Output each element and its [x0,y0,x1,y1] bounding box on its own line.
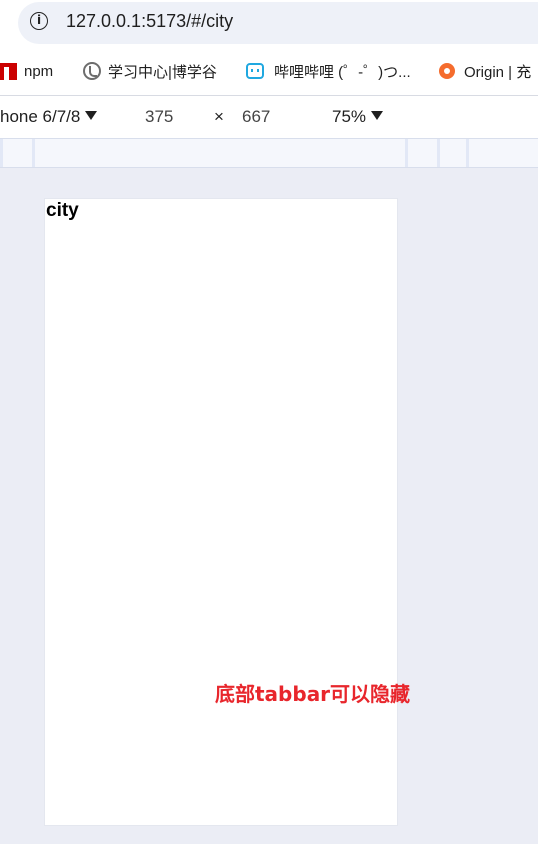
width-input[interactable]: 375 [145,107,173,127]
media-query-ruler [0,138,538,168]
dimension-separator: × [214,107,224,126]
chevron-down-icon [371,111,384,120]
browser-window: i 127.0.0.1:5173/#/city npm 学习中心|博学谷 哔哩哔… [0,0,538,844]
bookmark-study-center[interactable]: 学习中心|博学谷 [83,60,217,82]
origin-icon [439,63,455,79]
device-label: hone 6/7/8 [0,107,81,126]
bookmark-label: npm [24,62,54,80]
device-toolbar: hone 6/7/8 375 × 667 75% [0,96,538,138]
zoom-select[interactable]: 75% [332,107,384,127]
height-input[interactable]: 667 [242,107,270,127]
zoom-label: 75% [332,107,367,126]
bookmarks-bar: npm 学习中心|博学谷 哔哩哔哩 (゜-゜)つ... Origin | 充 [0,46,538,96]
bookmark-label: 哔哩哔哩 (゜-゜)つ... [274,63,411,81]
bookmark-npm[interactable]: npm [0,60,53,82]
npm-icon [0,62,17,80]
globe-icon [83,62,101,80]
ruler-tick[interactable] [466,139,469,167]
bookmark-label: 学习中心|博学谷 [108,63,217,81]
info-icon[interactable]: i [30,12,48,30]
address-bar: i 127.0.0.1:5173/#/city [0,0,538,46]
ruler-tick[interactable] [32,139,35,167]
ruler-tick[interactable] [0,139,3,167]
bookmark-origin[interactable]: Origin | 充 [439,60,531,82]
ruler-tick[interactable] [405,139,408,167]
page-title: city [46,200,79,221]
annotation-text: 底部tabbar可以隐藏 [215,682,411,706]
ruler-tick[interactable] [437,139,440,167]
device-select[interactable]: hone 6/7/8 [0,107,98,127]
chevron-down-icon [85,111,98,120]
bookmark-label: Origin | 充 [464,63,532,81]
device-viewport: city [45,199,397,825]
url-text[interactable]: 127.0.0.1:5173/#/city [66,11,233,32]
bookmark-bilibili[interactable]: 哔哩哔哩 (゜-゜)つ... [246,60,411,82]
bilibili-icon [246,63,264,79]
